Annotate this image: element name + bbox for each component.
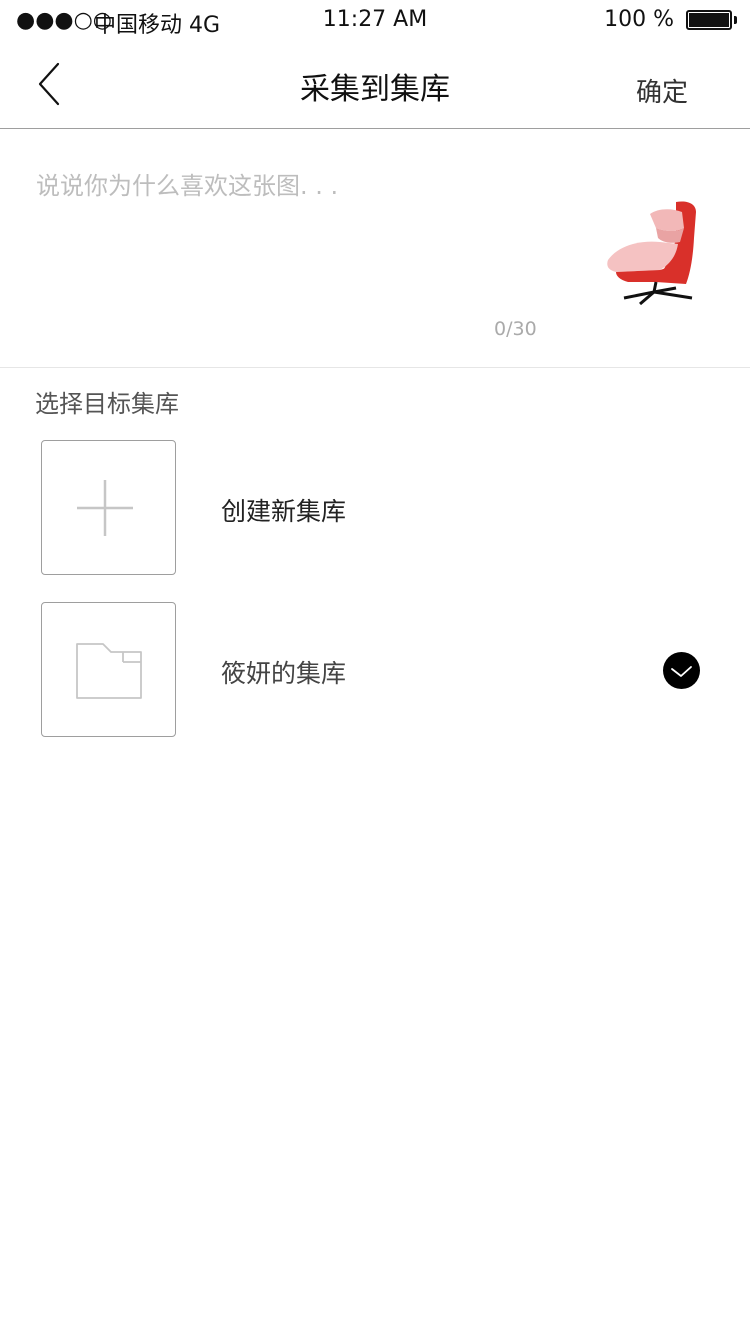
battery-percentage: 100 %: [604, 7, 674, 32]
comment-area: 0/30: [0, 130, 750, 368]
collection-label: 创建新集库: [221, 497, 347, 526]
chair-thumbnail: [607, 201, 696, 306]
create-collection-thumb[interactable]: [41, 440, 176, 575]
comment-input[interactable]: [36, 166, 576, 206]
checkmark-selected-icon[interactable]: [663, 652, 700, 689]
collection-label: 筱妍的集库: [221, 659, 347, 688]
confirm-button[interactable]: 确定: [636, 72, 688, 109]
collection-item-xiaoyan[interactable]: 筱妍的集库: [0, 602, 750, 738]
navigation-bar: 采集到集库 确定: [0, 40, 750, 129]
character-counter: 0/30: [494, 318, 537, 340]
section-title: 选择目标集库: [35, 390, 179, 418]
create-collection-item[interactable]: 创建新集库: [0, 440, 750, 576]
battery-tip: [734, 16, 737, 24]
folder-icon: [75, 642, 142, 699]
status-bar: ●●●○○ 中国移动 4G 11:27 AM 100 %: [0, 0, 750, 40]
collection-thumb[interactable]: [41, 602, 176, 737]
plus-icon: [76, 479, 133, 536]
battery-icon: [686, 10, 732, 30]
